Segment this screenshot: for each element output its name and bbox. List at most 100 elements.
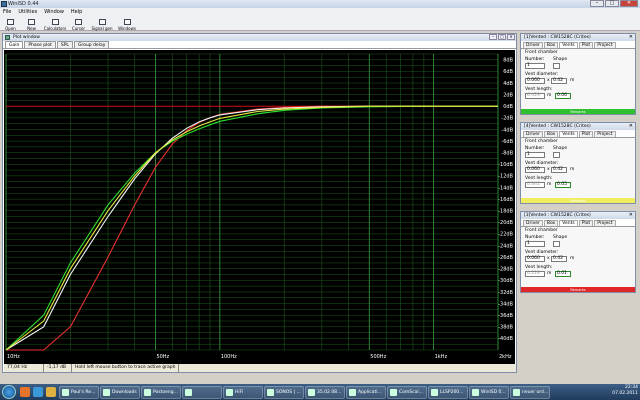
start-button[interactable] bbox=[2, 385, 16, 399]
panel-tab-box[interactable]: Box bbox=[543, 131, 559, 137]
tab-group-delay[interactable]: Group delay bbox=[73, 41, 110, 48]
vent-length-value-input[interactable]: 0.01 bbox=[555, 271, 571, 277]
y-tick-label: -12dB bbox=[498, 174, 513, 180]
new-file-icon bbox=[28, 19, 35, 25]
taskbar-button[interactable]: LLSP200... bbox=[428, 385, 468, 399]
shape-button[interactable] bbox=[553, 152, 560, 158]
panel-tab-driver[interactable]: Driver bbox=[523, 131, 543, 137]
close-icon[interactable]: ✕ bbox=[629, 34, 633, 41]
remarks-bar[interactable]: Remarks bbox=[521, 287, 635, 292]
minimize-button[interactable]: – bbox=[590, 0, 604, 7]
close-icon[interactable]: ✕ bbox=[629, 212, 633, 219]
unit-label: m bbox=[547, 93, 552, 98]
panel-tab-project[interactable]: Project bbox=[594, 131, 616, 137]
times-label: x bbox=[547, 167, 550, 172]
plot-close-button[interactable]: ✕ bbox=[507, 34, 515, 40]
vent-diameter2-input[interactable]: 0.42 bbox=[551, 167, 567, 173]
y-tick-label: 6dB bbox=[503, 69, 513, 75]
menu-utilities[interactable]: Utilities bbox=[18, 9, 37, 15]
menu-window[interactable]: Window bbox=[44, 9, 64, 15]
vent-diameter-label: Vent diameter: bbox=[525, 161, 559, 166]
windows-button[interactable]: Windows bbox=[115, 16, 139, 31]
tab-gain[interactable]: Gain bbox=[5, 41, 24, 48]
open-button[interactable]: Open bbox=[0, 16, 21, 31]
taskbar-button[interactable]: Paul's Re... bbox=[59, 385, 99, 399]
folder-icon[interactable] bbox=[46, 387, 56, 397]
vent-length-input[interactable]: 0.341 bbox=[525, 182, 545, 188]
vent-diameter2-input[interactable]: 0.42 bbox=[551, 256, 567, 262]
signal-gen-button[interactable]: Signal gen bbox=[89, 16, 115, 31]
vent-length-value-input[interactable]: 0.05 bbox=[555, 182, 571, 188]
taskbar-button[interactable] bbox=[182, 385, 222, 399]
taskbar-button[interactable]: Applicati... bbox=[346, 385, 386, 399]
calculators-button[interactable]: Calculators bbox=[42, 16, 68, 31]
taskbar-button[interactable]: neuer ord... bbox=[510, 385, 550, 399]
remarks-bar[interactable]: Remarks bbox=[521, 198, 635, 203]
plot-window-titlebar: Plot window – □ ✕ bbox=[3, 34, 516, 41]
vented-box-panel: [1]Vented : CW1528C (Crites) ✕ Driver Box… bbox=[520, 33, 636, 115]
tab-spl[interactable]: SPL bbox=[56, 41, 73, 48]
panel-tab-plot[interactable]: Plot bbox=[578, 131, 594, 137]
y-tick-label: -24dB bbox=[498, 243, 513, 249]
window-title: WinISD 0.44 bbox=[8, 1, 39, 7]
shape-button[interactable] bbox=[553, 63, 560, 69]
explorer-icon[interactable] bbox=[33, 387, 43, 397]
panel-tab-box[interactable]: Box bbox=[543, 220, 559, 226]
vent-length-input[interactable]: 0.128 bbox=[525, 271, 545, 277]
taskbar-button[interactable]: Downloads bbox=[100, 385, 140, 399]
vent-length-value-input[interactable]: 0.06 bbox=[555, 93, 571, 99]
status-hint: Hold left mouse button to trace active g… bbox=[72, 364, 180, 372]
menu-help[interactable]: Help bbox=[71, 9, 82, 15]
panel-tab-plot[interactable]: Plot bbox=[578, 42, 594, 48]
taskbar-button[interactable]: HiFi bbox=[223, 385, 263, 399]
shape-button[interactable] bbox=[553, 241, 560, 247]
taskbar-button[interactable]: WinISD 0... bbox=[469, 385, 509, 399]
panel-tab-driver[interactable]: Driver bbox=[523, 220, 543, 226]
y-tick-label: -38dB bbox=[498, 325, 513, 331]
vent-diameter-input[interactable]: 0.060 bbox=[525, 256, 545, 262]
taskbar-button[interactable]: SONOS | ... bbox=[264, 385, 304, 399]
tab-phase-plot[interactable]: Phase plot bbox=[24, 41, 56, 48]
windows-icon bbox=[123, 19, 131, 25]
vent-number-select[interactable]: 1 bbox=[525, 152, 545, 158]
panel-tab-driver[interactable]: Driver bbox=[523, 42, 543, 48]
taskbar-button[interactable]: Postoeng... bbox=[141, 385, 181, 399]
maximize-button[interactable]: □ bbox=[605, 0, 619, 7]
vent-diameter-input[interactable]: 0.060 bbox=[525, 167, 545, 173]
panel-tab-project[interactable]: Project bbox=[594, 220, 616, 226]
remarks-bar[interactable]: Remarks bbox=[521, 109, 635, 114]
number-label: Number: bbox=[525, 57, 545, 62]
gain-plot-area[interactable]: 8dB 6dB 4dB 2dB 0dB -2dB -4dB -6dB -8dB -10dB -12d… bbox=[4, 50, 515, 364]
menu-file[interactable]: File bbox=[3, 9, 11, 15]
vent-length-label: Vent length: bbox=[525, 87, 553, 92]
vent-number-select[interactable]: 1 bbox=[525, 63, 545, 69]
new-button[interactable]: New bbox=[21, 16, 42, 31]
cursor-button[interactable]: Cursor bbox=[68, 16, 89, 31]
times-label: x bbox=[547, 78, 550, 83]
toolbar: Open New Calculators Cursor Signal gen W… bbox=[0, 16, 640, 31]
vent-diameter2-input[interactable]: 0.42 bbox=[551, 78, 567, 84]
panel-tab-vents[interactable]: Vents bbox=[559, 131, 578, 137]
shape-label: Shape bbox=[553, 235, 568, 240]
panel-tab-plot[interactable]: Plot bbox=[578, 220, 594, 226]
system-tray-clock[interactable]: 22:34 07.02.2011 bbox=[612, 385, 638, 397]
close-icon[interactable]: ✕ bbox=[629, 123, 633, 130]
menu-bar: File Utilities Window Help bbox=[0, 8, 640, 16]
panel-tab-box[interactable]: Box bbox=[543, 42, 559, 48]
vent-length-input[interactable]: 0.429 bbox=[525, 93, 545, 99]
taskbar-button[interactable]: 35.02.08... bbox=[305, 385, 345, 399]
vent-diameter-input[interactable]: 0.060 bbox=[525, 78, 545, 84]
taskbar-button[interactable]: ComScal... bbox=[387, 385, 427, 399]
plot-minimize-button[interactable]: – bbox=[489, 34, 497, 40]
vent-number-select[interactable]: 1 bbox=[525, 241, 545, 247]
front-chamber-label: Front chamber bbox=[525, 139, 558, 144]
plot-maximize-button[interactable]: □ bbox=[498, 34, 506, 40]
firefox-icon[interactable] bbox=[20, 387, 30, 397]
panel-tab-vents[interactable]: Vents bbox=[559, 42, 578, 48]
plot-window: Plot window – □ ✕ Gain Phase plot SPL Gr… bbox=[2, 33, 517, 373]
folder-icon bbox=[7, 19, 14, 25]
panel-tab-project[interactable]: Project bbox=[594, 42, 616, 48]
panel-tab-vents[interactable]: Vents bbox=[559, 220, 578, 226]
gain-chart: 8dB 6dB 4dB 2dB 0dB -2dB -4dB -6dB -8dB -10dB -12d… bbox=[5, 53, 514, 360]
close-button[interactable]: ✕ bbox=[620, 0, 638, 7]
